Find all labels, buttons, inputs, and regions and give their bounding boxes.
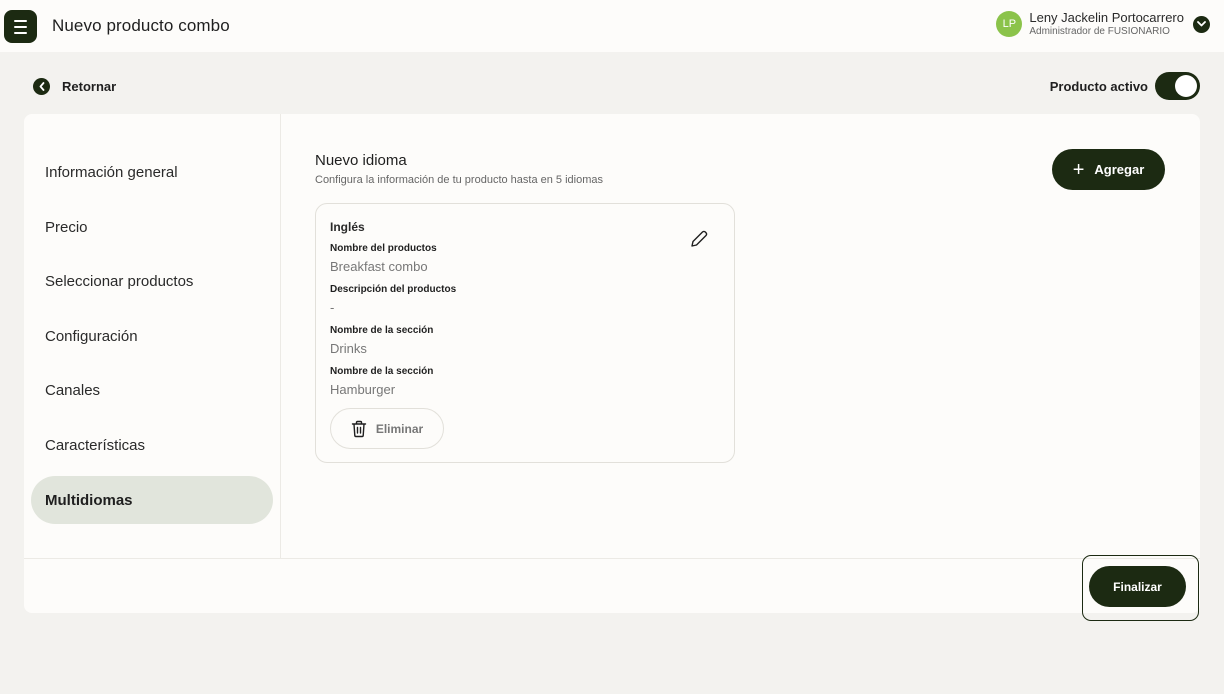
section-title: Nuevo idioma xyxy=(315,152,407,169)
field-label: Nombre del productos xyxy=(330,243,437,254)
chevron-down-icon[interactable] xyxy=(1193,15,1210,33)
delete-language-button[interactable]: Eliminar xyxy=(330,408,444,449)
language-card: Inglés Nombre del productos Breakfast co… xyxy=(315,203,735,463)
delete-label: Eliminar xyxy=(375,421,424,436)
page-title: Nuevo producto combo xyxy=(52,16,230,35)
sidebar-item-canales[interactable]: Canales xyxy=(31,366,273,414)
sidebar-item-caracteristicas[interactable]: Características xyxy=(31,421,273,469)
sidebar-item-configuracion[interactable]: Configuración xyxy=(31,312,273,360)
chevron-left-icon xyxy=(33,78,50,95)
card-footer-divider xyxy=(24,558,1200,559)
trash-icon xyxy=(351,420,367,437)
user-role: Administrador de FUSIONARIO xyxy=(1029,26,1170,38)
back-button[interactable]: Retornar xyxy=(33,78,116,95)
add-language-label: Agregar xyxy=(1094,162,1145,177)
main-card: Información general Precio Seleccionar p… xyxy=(24,114,1200,613)
avatar: LP xyxy=(996,11,1023,38)
field-label: Nombre de la sección xyxy=(330,325,434,336)
product-active-label: Producto activo xyxy=(1049,78,1148,94)
product-active-switch[interactable] xyxy=(1155,72,1200,100)
field-value: Breakfast combo xyxy=(330,259,428,274)
sidebar-item-seleccionar-productos[interactable]: Seleccionar productos xyxy=(31,257,273,305)
finish-button-focus-ring: Finalizar xyxy=(1082,555,1199,621)
menu-button[interactable] xyxy=(4,10,37,43)
plus-icon: + xyxy=(1072,158,1085,181)
finish-button[interactable]: Finalizar xyxy=(1089,566,1186,607)
language-name: Inglés xyxy=(330,220,365,234)
product-active-toggle-group: Producto activo xyxy=(1050,72,1200,100)
hamburger-icon xyxy=(14,19,27,22)
switch-knob xyxy=(1175,75,1197,97)
pencil-icon[interactable] xyxy=(688,228,710,250)
back-label: Retornar xyxy=(62,79,117,94)
field-value: Drinks xyxy=(330,341,367,356)
section-subtitle: Configura la información de tu producto … xyxy=(315,174,604,186)
field-label: Nombre de la sección xyxy=(330,366,434,377)
sidebar: Información general Precio Seleccionar p… xyxy=(24,114,281,558)
field-value: Hamburger xyxy=(330,382,396,397)
field-label: Descripción del productos xyxy=(330,284,457,295)
user-name: Leny Jackelin Portocarrero xyxy=(1029,10,1184,25)
top-bar: Nuevo producto combo LP Leny Jackelin Po… xyxy=(0,0,1224,52)
add-language-button[interactable]: + Agregar xyxy=(1052,149,1165,190)
sidebar-item-precio[interactable]: Precio xyxy=(31,203,273,251)
sidebar-item-multidiomas[interactable]: Multidiomas xyxy=(31,476,273,524)
field-value: - xyxy=(330,300,335,315)
sidebar-item-informacion-general[interactable]: Información general xyxy=(31,148,273,196)
user-menu[interactable]: LP Leny Jackelin Portocarrero Administra… xyxy=(996,10,1210,38)
